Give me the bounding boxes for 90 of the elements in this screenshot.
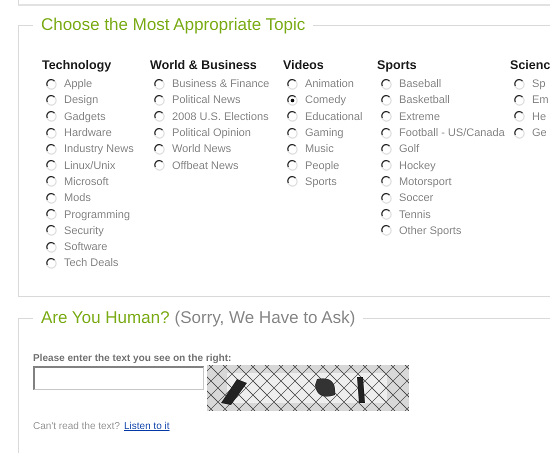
radio-button[interactable] (287, 176, 298, 188)
captcha-input-field[interactable] (33, 366, 204, 390)
option-label[interactable]: Sports (305, 176, 337, 188)
option-label[interactable]: Music (305, 143, 334, 156)
radio-button[interactable] (514, 78, 525, 90)
radio-button[interactable] (46, 144, 57, 155)
option-label[interactable]: He (532, 110, 546, 123)
radio-button[interactable] (154, 78, 165, 90)
radio-button[interactable] (46, 111, 57, 122)
option-label[interactable]: Political Opinion (172, 127, 251, 140)
option-label[interactable]: World News (172, 143, 232, 156)
option-label[interactable]: 2008 U.S. Elections (172, 110, 269, 123)
captcha-prompt: Please enter the text you see on the right: (33, 353, 232, 365)
radio-button[interactable] (46, 160, 57, 172)
radio-button[interactable] (381, 78, 392, 90)
radio-button[interactable] (46, 192, 57, 204)
radio-button[interactable] (46, 128, 57, 139)
radio-button[interactable] (154, 128, 165, 139)
option-label[interactable]: Basketball (399, 94, 450, 106)
option-label[interactable]: Golf (399, 143, 420, 156)
radio-button[interactable] (154, 94, 165, 106)
radio-button[interactable] (381, 144, 392, 155)
radio-button[interactable] (154, 144, 165, 155)
category-heading: Videos (283, 58, 325, 74)
radio-button[interactable] (46, 258, 57, 269)
option-label[interactable]: Baseball (399, 78, 442, 90)
radio-button[interactable] (287, 160, 298, 172)
radio-button[interactable] (381, 94, 392, 106)
option-label[interactable]: Software (64, 241, 108, 254)
option-label[interactable]: Sp (532, 78, 546, 90)
radio-button[interactable] (381, 160, 392, 172)
listen-link[interactable]: Listen to it (124, 421, 170, 432)
section-note: (Sorry, We Have to Ask) (174, 307, 356, 329)
category-heading: World & Business (150, 58, 258, 74)
category-heading: Technology (42, 58, 112, 74)
option-label[interactable]: Design (64, 94, 98, 106)
category-heading: Sports (377, 58, 418, 74)
help-text: Can't read the text? (33, 421, 120, 432)
section-title: Choose the Most Appropriate Topic (41, 14, 306, 36)
option-label[interactable]: Em (532, 94, 548, 106)
option-label[interactable]: Comedy (305, 94, 346, 106)
radio-button[interactable] (154, 160, 165, 172)
option-label[interactable]: Motorsport (399, 176, 452, 188)
option-label[interactable]: Animation (305, 78, 354, 90)
option-label[interactable]: Offbeat News (172, 160, 238, 172)
option-label[interactable]: Mods (64, 192, 91, 204)
radio-button[interactable] (154, 111, 165, 122)
option-label[interactable]: Business & Finance (172, 78, 270, 90)
option-label[interactable]: Programming (64, 208, 130, 221)
option-label[interactable]: Industry News (64, 143, 134, 156)
option-label[interactable]: Linux/Unix (64, 160, 116, 172)
category-heading: Scienc (510, 58, 550, 74)
option-label[interactable]: Educational (305, 110, 362, 123)
radio-button[interactable] (381, 225, 392, 236)
radio-button[interactable] (46, 225, 57, 236)
option-label[interactable]: Security (64, 224, 104, 237)
radio-button[interactable] (514, 128, 525, 139)
radio-button[interactable] (381, 209, 392, 220)
option-label[interactable]: Extreme (399, 110, 440, 123)
option-label[interactable]: Football - US/Canada (399, 127, 505, 140)
option-label[interactable]: People (305, 160, 340, 172)
radio-button[interactable] (46, 209, 57, 220)
option-label[interactable]: Gadgets (64, 110, 106, 123)
option-label[interactable]: Political News (172, 94, 240, 106)
section-title: Are You Human? (41, 307, 170, 329)
radio-button[interactable] (381, 192, 392, 204)
option-label[interactable]: Hockey (399, 160, 436, 172)
radio-button[interactable] (46, 94, 57, 106)
radio-button[interactable] (381, 111, 392, 122)
option-label[interactable]: Other Sports (399, 224, 462, 237)
radio-button[interactable] (381, 128, 392, 139)
option-label[interactable]: Soccer (399, 192, 434, 204)
radio-button[interactable] (46, 78, 57, 90)
radio-button[interactable] (514, 111, 525, 122)
option-label[interactable]: Tennis (399, 208, 431, 221)
radio-button[interactable] (287, 128, 298, 139)
option-label[interactable]: Ge (532, 127, 547, 140)
radio-button[interactable] (514, 94, 525, 106)
option-label[interactable]: Microsoft (64, 176, 109, 188)
radio-button[interactable] (287, 144, 298, 155)
radio-button[interactable] (287, 94, 298, 106)
option-label[interactable]: Hardware (64, 127, 112, 140)
radio-button[interactable] (46, 176, 57, 188)
radio-button[interactable] (381, 176, 392, 188)
radio-button[interactable] (287, 111, 298, 122)
option-label[interactable]: Gaming (305, 127, 344, 140)
radio-button[interactable] (46, 242, 57, 253)
option-label[interactable]: Apple (64, 78, 92, 90)
option-label[interactable]: Tech Deals (64, 257, 118, 270)
radio-button[interactable] (287, 78, 298, 90)
